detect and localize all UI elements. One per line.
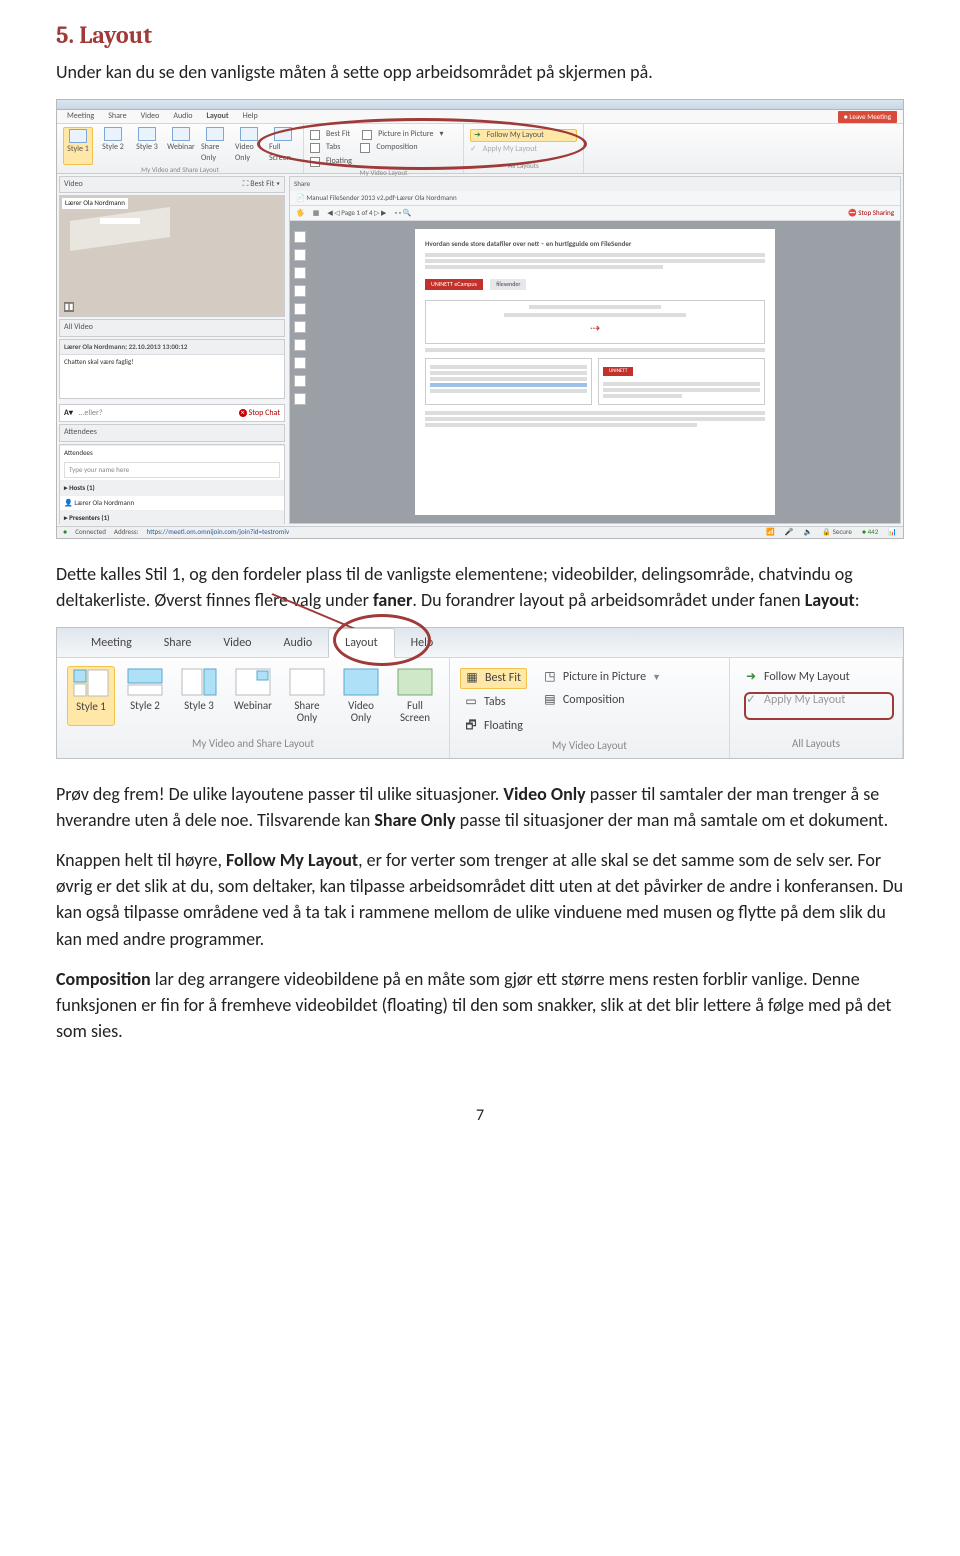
chat-message: Chatten skal være faglig! <box>60 355 284 369</box>
opt-pip[interactable]: Picture in Picture <box>378 129 433 141</box>
screenshot-full-app: Meeting Share Video Audio Layout Help ● … <box>56 99 904 539</box>
opt-tabs[interactable]: ▭Tabs <box>460 693 527 712</box>
follow-my-layout-button[interactable]: ➜Follow My Layout <box>740 668 892 687</box>
attendees-subhead: Attendees <box>60 445 284 460</box>
menu-bar: Meeting Share Video Audio Layout Help ● … <box>57 110 903 124</box>
status-address: https://meeti.om.omnijoin.com/join?id=te… <box>146 527 289 537</box>
group-label-my-video: My Video Layout <box>460 736 719 758</box>
webinar-button[interactable]: Webinar <box>229 666 277 726</box>
style-1-button[interactable]: Style 1 <box>67 666 115 726</box>
apply-my-layout-button[interactable]: ✓Apply My Layout <box>740 691 892 710</box>
shared-document-page: Hvordan sende store datafiler over nett … <box>415 229 775 515</box>
menu-help[interactable]: Help <box>243 111 258 123</box>
video-presenter-label: Lærer Ola Nordmann <box>62 198 128 208</box>
check-icon: ✓ <box>744 694 758 708</box>
tab-audio[interactable]: Audio <box>268 629 329 657</box>
style-2-button[interactable]: Style 2 <box>121 666 169 726</box>
arrow-right-icon: ➜ <box>744 671 758 685</box>
grid-icon: ▦ <box>465 672 479 686</box>
opt-floating[interactable]: Floating <box>326 156 352 168</box>
opt-best-fit[interactable]: Best Fit <box>326 129 350 141</box>
layout-ribbon-closeup: Style 1 Style 2 Style 3 Webinar Share On… <box>57 658 903 758</box>
status-bar: ●Connected Address: https://meeti.om.omn… <box>57 526 903 538</box>
tab-meeting[interactable]: Meeting <box>75 629 148 657</box>
group-label-video-share: My Video and Share Layout <box>67 734 439 756</box>
hosts-group[interactable]: ▸ Hosts (1) <box>60 480 284 495</box>
opt-composition[interactable]: ▤Composition <box>539 691 665 710</box>
menu-layout[interactable]: Layout <box>206 111 228 123</box>
stop-chat-button[interactable]: ×Stop Chat <box>239 408 280 420</box>
page-indicator: Page 1 of 4 <box>341 208 372 217</box>
video-feed: Lærer Ola Nordmann ▮▮ <box>59 195 285 317</box>
menu-video[interactable]: Video <box>141 111 160 123</box>
opt-floating[interactable]: 🗗Floating <box>460 717 527 736</box>
menu-audio[interactable]: Audio <box>173 111 192 123</box>
paragraph-3: Knappen helt til høyre, Follow My Layout… <box>56 847 904 951</box>
group-label-all-layouts: All Layouts <box>740 734 892 756</box>
section-heading: 5. Layout <box>56 18 904 53</box>
share-only-button[interactable]: Share Only <box>283 666 331 726</box>
opt-tabs[interactable]: Tabs <box>326 142 340 154</box>
webinar-button[interactable]: Webinar <box>167 127 195 165</box>
menu-meeting[interactable]: Meeting <box>67 111 94 123</box>
host-row[interactable]: 👤 Lærer Ola Nordmann <box>60 495 284 510</box>
chat-panel: Lærer Ola Nordmann; 22.10.2013 13:00:12 … <box>59 339 285 399</box>
opt-picture-in-picture[interactable]: ◳Picture in Picture ▼ <box>539 668 665 687</box>
status-connected: Connected <box>75 527 106 537</box>
chat-input[interactable]: …eller? <box>79 408 103 420</box>
tab-video[interactable]: Video <box>207 629 267 657</box>
menu-bar-closeup: Meeting Share Video Audio Layout Help <box>57 628 903 658</box>
uninett-badge: UNINETT eCampus <box>425 279 483 290</box>
status-secure: Secure <box>833 527 852 536</box>
stop-sharing-button[interactable]: ⛔ Stop Sharing <box>848 208 894 218</box>
style-2-button[interactable]: Style 2 <box>99 127 127 165</box>
all-video-header: All Video <box>59 319 285 337</box>
full-screen-button[interactable]: Full Screen <box>269 127 297 165</box>
window-titlebar <box>57 100 903 110</box>
opt-best-fit[interactable]: ▦Best Fit <box>460 668 527 689</box>
tabs-icon: ▭ <box>464 696 478 710</box>
tab-help[interactable]: Help <box>395 629 450 657</box>
follow-my-layout-button[interactable]: Follow My Layout <box>487 130 544 142</box>
layout-ribbon: Style 1 Style 2 Style 3 Webinar Share On… <box>57 124 903 174</box>
video-panel-header: Video ⛶ Best Fit ▾ <box>59 176 285 194</box>
status-latency: 442 <box>868 527 879 536</box>
floating-icon: 🗗 <box>464 720 478 734</box>
attendees-panel: Attendees Type your name here ▸ Hosts (1… <box>59 444 285 524</box>
chat-input-row: A▾ …eller? ×Stop Chat <box>59 404 285 422</box>
filesender-badge: filesender <box>490 279 526 290</box>
apply-my-layout-button[interactable]: Apply My Layout <box>483 144 537 156</box>
full-screen-button[interactable]: Full Screen <box>391 666 439 726</box>
share-doc-tab[interactable]: 📄 Manual FileSender 2013 v2.pdf-Lærer Ol… <box>296 193 457 203</box>
layout-icon <box>73 669 109 697</box>
style-3-button[interactable]: Style 3 <box>133 127 161 165</box>
share-only-button[interactable]: Share Only <box>201 127 229 165</box>
paragraph-2: Prøv deg frem! De ulike layoutene passer… <box>56 781 904 833</box>
group-label-all-layouts: All Layouts <box>470 161 577 173</box>
video-only-button[interactable]: Video Only <box>235 127 263 165</box>
paragraph-4: Composition lar deg arrangere videobilde… <box>56 966 904 1044</box>
presenters-group[interactable]: ▸ Presenters (1) <box>60 510 284 525</box>
annotation-tools[interactable] <box>294 231 306 405</box>
paragraph-1: Dette kalles Stil 1, og den fordeler pla… <box>56 561 904 613</box>
style-1-button[interactable]: Style 1 <box>63 127 93 165</box>
leave-meeting-button[interactable]: ● Leave Meeting <box>838 111 897 123</box>
screenshot-ribbon-closeup: Meeting Share Video Audio Layout Help St… <box>56 627 904 759</box>
attendees-header: Attendees <box>59 424 285 442</box>
page-number: 7 <box>56 1104 904 1127</box>
composition-icon: ▤ <box>543 694 557 708</box>
tab-layout[interactable]: Layout <box>328 628 395 658</box>
intro-paragraph: Under kan du se den vanligste måten å se… <box>56 59 904 85</box>
tab-share[interactable]: Share <box>148 629 208 657</box>
video-only-button[interactable]: Video Only <box>337 666 385 726</box>
share-panel: Share 📄 Manual FileSender 2013 v2.pdf-Læ… <box>289 176 901 524</box>
pip-icon: ◳ <box>543 671 557 685</box>
opt-composition[interactable]: Composition <box>376 142 417 154</box>
menu-share[interactable]: Share <box>108 111 126 123</box>
style-3-button[interactable]: Style 3 <box>175 666 223 726</box>
